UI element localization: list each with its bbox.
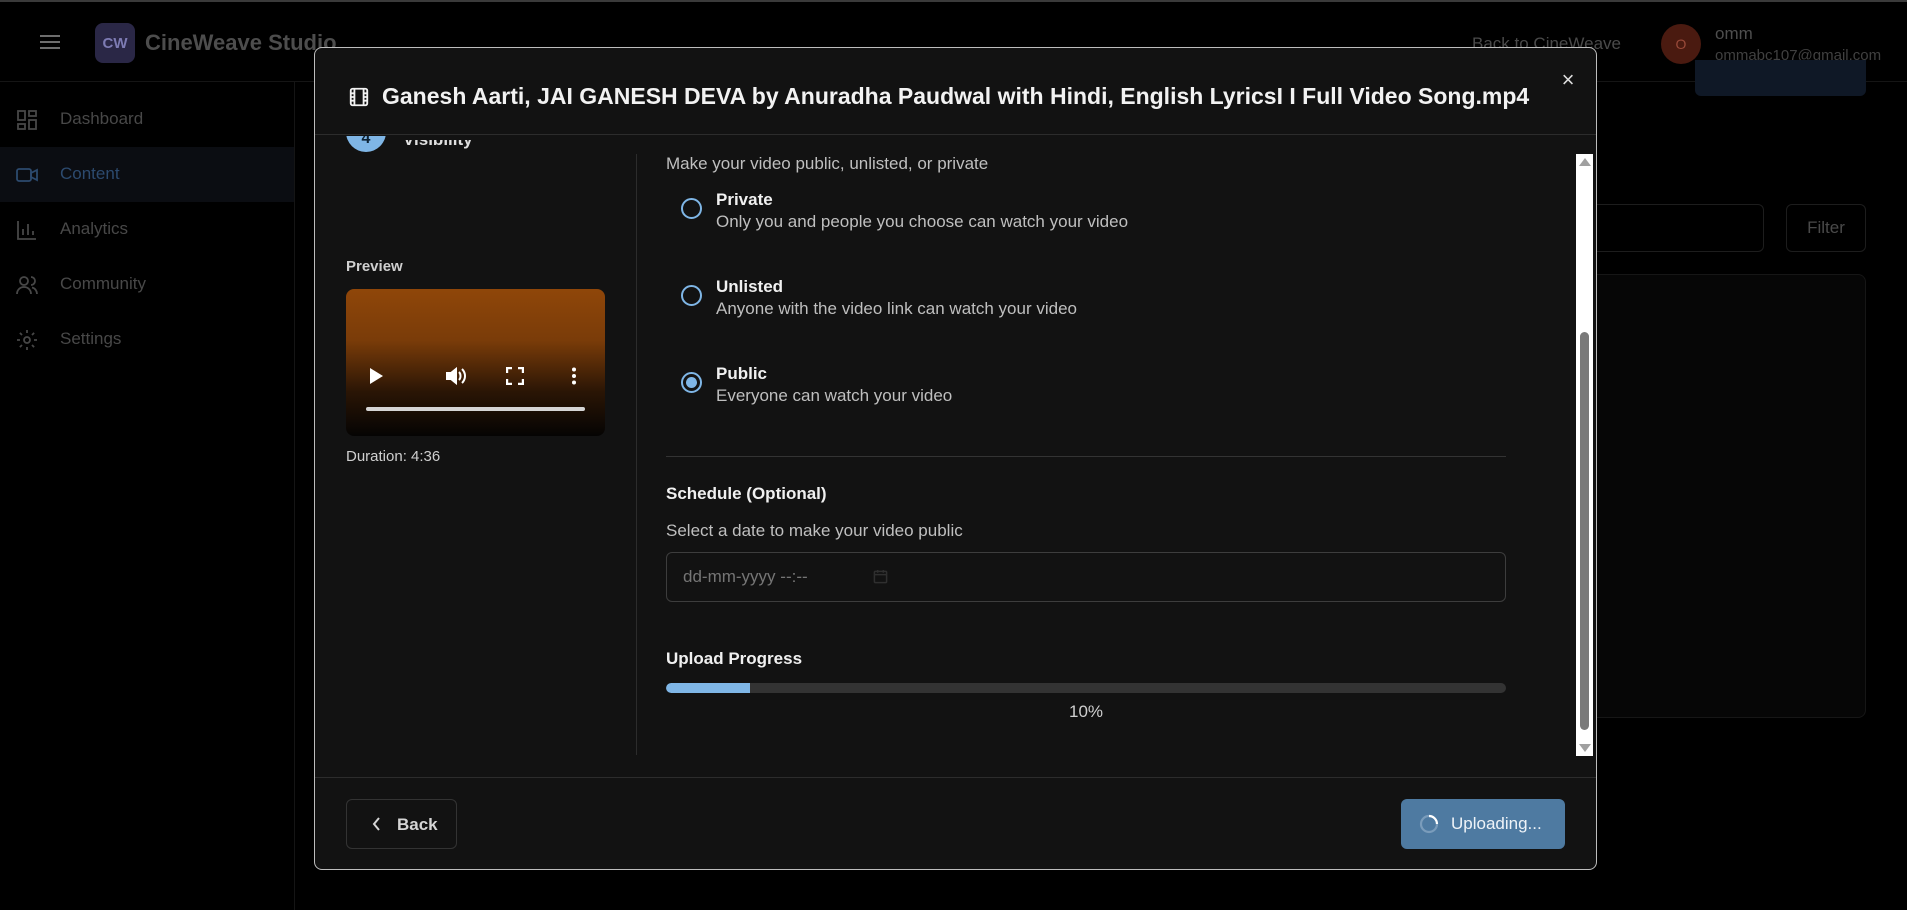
uploading-label: Uploading... <box>1451 814 1542 833</box>
option-subtitle: Everyone can watch your video <box>716 386 953 405</box>
left-pane: 4 Visibility Preview Duration: 4:36 <box>315 136 637 756</box>
scroll-down-arrow[interactable] <box>1579 744 1591 752</box>
avatar[interactable]: O <box>1661 24 1701 64</box>
preview-label: Preview <box>346 258 403 275</box>
back-button[interactable]: Back <box>346 799 457 849</box>
upload-modal: Ganesh Aarti, JAI GANESH DEVA by Anuradh… <box>314 47 1597 870</box>
visibility-option-private[interactable]: Private Only you and people you choose c… <box>666 184 1506 254</box>
modal-header: Ganesh Aarti, JAI GANESH DEVA by Anuradh… <box>315 48 1596 135</box>
close-button[interactable]: × <box>1557 69 1579 91</box>
sidebar-item-dashboard[interactable]: Dashboard <box>0 92 294 147</box>
visibility-description: Make your video public, unlisted, or pri… <box>666 154 989 173</box>
video-icon <box>16 168 38 182</box>
menu-icon[interactable] <box>40 35 60 51</box>
video-progress-track[interactable] <box>366 407 585 411</box>
play-icon[interactable] <box>368 367 384 385</box>
step-label: Visibility <box>403 140 473 150</box>
spinner-icon <box>1419 814 1439 834</box>
schedule-title: Schedule (Optional) <box>666 484 827 503</box>
radio-private[interactable] <box>681 198 702 219</box>
sidebar-item-settings[interactable]: Settings <box>0 312 294 367</box>
option-title: Private <box>716 190 773 209</box>
radio-unlisted[interactable] <box>681 285 702 306</box>
visibility-option-unlisted[interactable]: Unlisted Anyone with the video link can … <box>666 271 1506 341</box>
option-title: Public <box>716 364 768 383</box>
sidebar-item-label: Dashboard <box>60 109 144 128</box>
section-divider <box>666 456 1506 457</box>
sidebar-item-label: Settings <box>60 329 122 348</box>
modal-title: Ganesh Aarti, JAI GANESH DEVA by Anuradh… <box>382 83 1530 109</box>
sidebar-item-content[interactable]: Content <box>0 147 294 202</box>
app-name: CineWeave Studio <box>145 30 337 55</box>
video-duration: Duration: 4:36 <box>346 448 441 465</box>
modal-footer: Back Uploading... <box>315 777 1596 869</box>
back-button-label: Back <box>397 815 438 834</box>
filter-button[interactable]: Filter <box>1786 204 1866 252</box>
chevron-left-icon <box>372 817 380 831</box>
schedule-description: Select a date to make your video public <box>666 521 963 540</box>
calendar-icon[interactable] <box>873 569 888 584</box>
fullscreen-icon[interactable] <box>506 367 524 385</box>
users-icon <box>16 276 38 295</box>
sidebar-item-community[interactable]: Community <box>0 257 294 312</box>
scrollbar[interactable] <box>1576 154 1593 756</box>
visibility-pane: Make your video public, unlisted, or pri… <box>637 136 1582 756</box>
upload-button-background <box>1695 60 1866 96</box>
uploading-button[interactable]: Uploading... <box>1401 799 1565 849</box>
radio-public[interactable] <box>681 372 702 393</box>
visibility-option-public[interactable]: Public Everyone can watch your video <box>666 358 1506 428</box>
sidebar-item-label: Analytics <box>60 219 129 238</box>
scroll-up-arrow[interactable] <box>1579 158 1591 166</box>
app-logo: CW <box>95 23 135 63</box>
option-subtitle: Only you and people you choose can watch… <box>716 212 1129 231</box>
gear-icon <box>17 330 37 350</box>
upload-progress-title: Upload Progress <box>666 649 803 668</box>
film-icon <box>349 87 369 107</box>
sidebar: Dashboard Content Analytics Community Se… <box>0 82 295 910</box>
video-preview[interactable] <box>346 289 605 436</box>
content-panel-background <box>1560 274 1866 718</box>
sidebar-item-label: Content <box>60 164 120 183</box>
option-title: Unlisted <box>716 277 784 296</box>
option-subtitle: Anyone with the video link can watch you… <box>716 299 1077 318</box>
schedule-datetime-input[interactable] <box>666 552 1506 602</box>
upload-progress-percent: 10% <box>1068 702 1104 721</box>
scroll-thumb[interactable] <box>1580 332 1589 730</box>
volume-icon[interactable] <box>445 367 467 385</box>
user-name: omm <box>1715 24 1753 43</box>
bar-chart-icon <box>17 221 36 240</box>
upload-progress-bar <box>666 683 1506 693</box>
more-options-icon[interactable] <box>571 367 577 385</box>
step-number: 4 <box>346 136 386 152</box>
upload-progress-fill <box>666 683 750 693</box>
sidebar-item-analytics[interactable]: Analytics <box>0 202 294 257</box>
dashboard-icon <box>17 110 37 130</box>
sidebar-item-label: Community <box>60 274 146 293</box>
